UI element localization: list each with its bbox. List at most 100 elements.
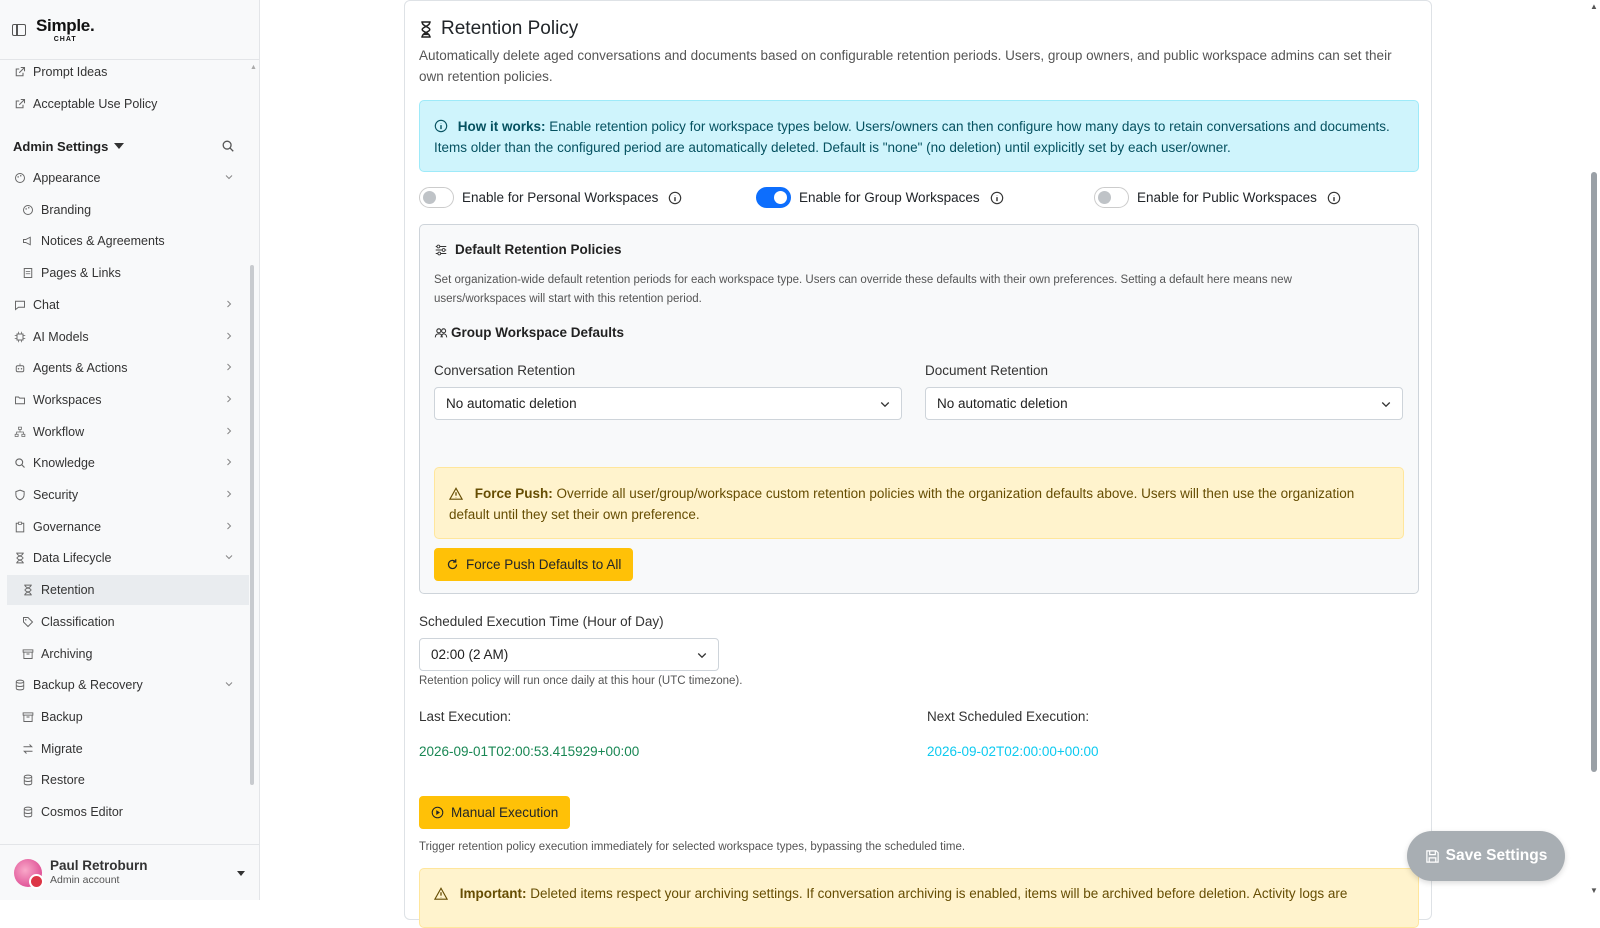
sidebar-item-migrate[interactable]: Migrate	[0, 734, 243, 764]
sidebar-item-label: Classification	[41, 615, 115, 629]
sidebar-item-data-lifecycle[interactable]: Data Lifecycle	[0, 543, 243, 573]
sidebar-item-label: Backup	[41, 710, 83, 724]
schedule-label: Scheduled Execution Time (Hour of Day)	[419, 614, 664, 629]
sidebar-item-workflow[interactable]: Workflow	[0, 417, 243, 447]
archive-icon	[21, 647, 35, 661]
info-icon[interactable]	[668, 191, 682, 205]
scroll-down-icon[interactable]: ▼	[1590, 886, 1598, 895]
schedule-hour-value: 02:00 (2 AM)	[431, 647, 509, 662]
hourglass-icon	[421, 20, 431, 38]
toggle-public-workspaces[interactable]: Enable for Public Workspaces	[1094, 187, 1341, 208]
sidebar-item-archiving[interactable]: Archiving	[0, 639, 243, 669]
sidebar-item-cosmos-editor[interactable]: Cosmos Editor	[0, 797, 243, 827]
conversation-retention-select[interactable]: No automatic deletion	[434, 387, 902, 420]
palette-icon	[13, 171, 27, 185]
hourglass-icon	[21, 583, 35, 597]
chevron-right-icon	[223, 520, 235, 532]
sidebar-item-agents-actions[interactable]: Agents & Actions	[0, 353, 243, 383]
document-retention-select[interactable]: No automatic deletion	[925, 387, 1403, 420]
chevron-down-icon	[697, 653, 707, 659]
sidebar-link-acceptable-use-policy[interactable]: Acceptable Use Policy	[0, 89, 243, 119]
sidebar-item-label: Workspaces	[33, 393, 102, 407]
sidebar-item-backup-recovery[interactable]: Backup & Recovery	[0, 670, 243, 700]
manual-execution-button-label: Manual Execution	[451, 805, 559, 820]
info-icon[interactable]	[990, 191, 1004, 205]
sidebar-link-label: Prompt Ideas	[33, 65, 108, 79]
sidebar-item-label: AI Models	[33, 330, 89, 344]
save-icon	[1425, 849, 1439, 863]
search-icon	[13, 456, 27, 470]
save-settings-button[interactable]: Save Settings	[1407, 831, 1565, 881]
sidebar-toggle-icon[interactable]	[12, 23, 26, 36]
refresh-icon	[447, 559, 458, 570]
info-alert-text: Enable retention policy for workspace ty…	[434, 119, 1390, 155]
sidebar-item-label: Notices & Agreements	[41, 234, 165, 248]
page-scroll-thumb[interactable]	[1591, 172, 1597, 772]
sidebar-item-label: Workflow	[33, 425, 85, 439]
force-push-button[interactable]: Force Push Defaults to All	[434, 548, 634, 581]
sidebar-item-label: Archiving	[41, 647, 93, 661]
user-menu[interactable]: Paul Retroburn Admin account	[0, 844, 259, 900]
group-defaults-title-text: Group Workspace Defaults	[451, 325, 625, 340]
sidebar-item-label: Knowledge	[33, 456, 95, 470]
shield-icon	[13, 488, 27, 502]
chevron-right-icon	[223, 488, 235, 500]
chevron-right-icon	[223, 425, 235, 437]
search-icon[interactable]	[221, 139, 235, 153]
sidebar-link-prompt-ideas[interactable]: Prompt Ideas	[0, 60, 243, 87]
schedule-help: Retention policy will run once daily at …	[419, 675, 743, 687]
sidebar-item-label: Branding	[41, 203, 92, 217]
sidebar-item-retention[interactable]: Retention	[7, 575, 249, 605]
sidebar-item-label: Security	[33, 488, 79, 502]
page-scrollbar[interactable]: ▲ ▼	[1588, 0, 1600, 900]
personal-switch[interactable]	[419, 187, 454, 208]
info-icon	[434, 119, 448, 133]
last-execution-label: Last Execution:	[419, 709, 512, 724]
sidebar-item-restore[interactable]: Restore	[0, 765, 243, 795]
sidebar-item-governance[interactable]: Governance	[0, 512, 243, 542]
retention-policy-card: Retention Policy Automatically delete ag…	[404, 0, 1432, 928]
force-push-alert: Force Push: Override all user/group/work…	[434, 467, 1404, 539]
user-name: Paul Retroburn	[50, 858, 148, 874]
sidebar-item-knowledge[interactable]: Knowledge	[0, 448, 243, 478]
scroll-up-icon[interactable]: ▲	[1590, 2, 1598, 11]
sidebar-scroll-up-icon[interactable]: ▲	[250, 64, 257, 71]
chevron-down-icon	[880, 402, 890, 408]
important-bold: Important:	[459, 886, 527, 901]
sidebar-item-appearance[interactable]: Appearance	[0, 163, 243, 193]
chevron-down-icon	[223, 678, 235, 690]
sidebar-item-label: Chat	[33, 298, 60, 312]
caret-down-icon	[114, 143, 125, 149]
sidebar-item-pages-links[interactable]: Pages & Links	[0, 258, 243, 288]
sidebar-item-ai-models[interactable]: AI Models	[0, 322, 243, 352]
pages-icon	[21, 266, 35, 280]
caret-down-icon	[237, 871, 245, 876]
app-logo[interactable]: Simple. CHAT	[36, 17, 95, 43]
chevron-right-icon	[223, 298, 235, 310]
sidebar-item-backup[interactable]: Backup	[0, 702, 243, 732]
sidebar-item-security[interactable]: Security	[0, 480, 243, 510]
sidebar-item-workspaces[interactable]: Workspaces	[0, 385, 243, 415]
info-icon[interactable]	[1327, 191, 1341, 205]
public-switch[interactable]	[1094, 187, 1129, 208]
sidebar-item-notices-agreements[interactable]: Notices & Agreements	[0, 226, 243, 256]
external-link-icon	[13, 97, 27, 111]
default-retention-policies: Default Retention Policies Set organizat…	[419, 224, 1419, 594]
admin-settings-heading[interactable]: Admin Settings	[0, 131, 243, 161]
database-icon	[13, 678, 27, 692]
toggle-personal-workspaces[interactable]: Enable for Personal Workspaces	[419, 187, 682, 208]
manual-execution-button[interactable]: Manual Execution	[419, 796, 571, 829]
next-execution-value: 2026-09-02T02:00:00+00:00	[927, 744, 1099, 759]
toggle-group-workspaces[interactable]: Enable for Group Workspaces	[756, 187, 1004, 208]
sidebar-item-chat[interactable]: Chat	[0, 290, 243, 320]
sidebar-scrollbar[interactable]	[250, 265, 254, 785]
defaults-title: Default Retention Policies	[434, 242, 622, 257]
sidebar-item-branding[interactable]: Branding	[0, 195, 243, 225]
page-description: Automatically delete aged conversations …	[419, 48, 1392, 84]
sidebar-item-classification[interactable]: Classification	[0, 607, 243, 637]
group-switch[interactable]	[756, 187, 791, 208]
important-alert: Important: Deleted items respect your ar…	[419, 868, 1419, 928]
force-push-bold: Force Push:	[474, 486, 553, 501]
sidebar-link-label: Acceptable Use Policy	[33, 97, 158, 111]
schedule-hour-select[interactable]: 02:00 (2 AM)	[419, 638, 719, 671]
